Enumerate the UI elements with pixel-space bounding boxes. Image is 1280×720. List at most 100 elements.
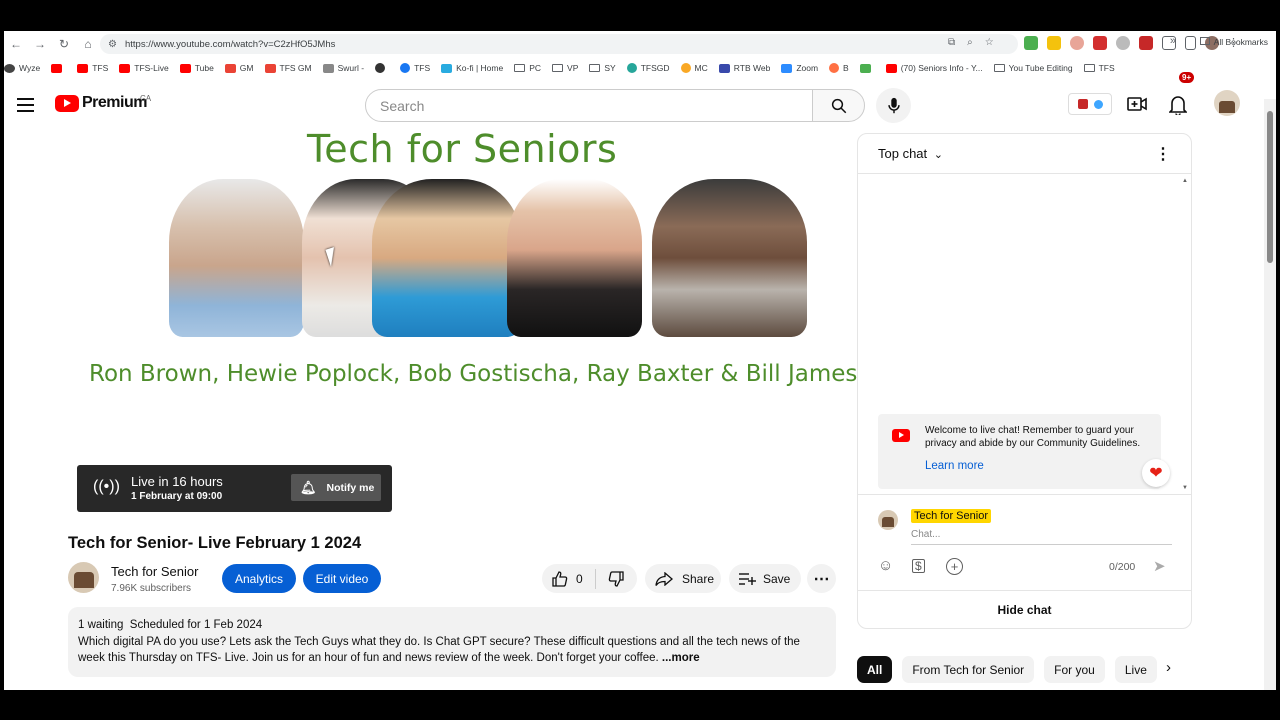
youtube-logo[interactable]: Premium [55,94,147,112]
all-bookmarks[interactable]: All Bookmarks [1199,37,1268,47]
scrollbar-thumb[interactable] [1267,111,1273,263]
bookmark[interactable] [859,63,875,73]
add-icon[interactable]: + [946,558,963,575]
more-actions-button[interactable]: ⋯ [807,564,836,593]
subscriber-count: 7.96K subscribers [111,583,192,594]
analytics-button[interactable]: Analytics [222,564,296,593]
bookmark[interactable]: MC [680,63,708,73]
bookmark[interactable] [375,63,389,73]
page-scrollbar[interactable] [1264,99,1276,690]
search-input[interactable]: Search [365,89,813,122]
browser-window: ← → ↻ ⌂ ⚙ https://www.youtube.com/watch?… [4,31,1276,690]
extension-icon[interactable] [1070,36,1084,50]
dislike-button[interactable] [608,570,624,587]
account-avatar[interactable] [1214,90,1240,116]
b-icon [829,63,840,73]
bookmark[interactable]: Ko-fi | Home [441,63,503,73]
sidepanel-icon[interactable] [1185,36,1196,50]
chip-live[interactable]: Live [1114,656,1157,683]
live-countdown-banner: ((•)) Live in 16 hours 1 February at 09:… [77,465,392,512]
bookmark[interactable]: Wyze [4,63,40,73]
site-info-icon[interactable]: ⚙ [108,39,117,50]
scroll-up-icon[interactable]: ▲ [1182,178,1188,184]
bookmark[interactable]: Tube [179,63,214,73]
more-bookmarks-icon[interactable]: » [1170,35,1176,47]
bookmark[interactable] [51,63,66,73]
gmail-icon [224,63,236,73]
extension-icon[interactable] [1116,36,1130,50]
extension-icon[interactable] [1093,36,1107,50]
save-button[interactable]: Save [729,564,801,593]
chip-all[interactable]: All [857,656,893,683]
bookmark[interactable]: (70) Seniors Info - Y... [885,63,983,73]
reload-icon[interactable]: ↻ [52,37,76,51]
video-player[interactable]: Tech for Seniors Ron Brown, Hewie Poploc… [67,127,857,521]
zoom-app-icon [781,63,793,73]
live-status: Live in 16 hours [131,474,223,489]
open-in-app-icon[interactable]: ⧉ [948,37,955,48]
char-counter: 0/200 [1109,561,1136,573]
bookmark[interactable]: GM [224,63,254,73]
bookmark[interactable]: RTB Web [718,63,770,73]
bookmark[interactable]: Swurl - [322,63,364,73]
show-more-link[interactable]: ...more [662,652,700,664]
extension-icon[interactable] [1047,36,1061,50]
zoom-icon[interactable]: ⌕ [967,37,973,48]
url-field[interactable]: ⚙ https://www.youtube.com/watch?v=C2zHfO… [100,34,1018,54]
bookmark[interactable]: TFS-Live [119,63,169,73]
bookmark[interactable]: Zoom [781,63,818,73]
channel-name[interactable]: Tech for Senior [111,564,198,579]
learn-more-link[interactable]: Learn more [925,460,984,472]
host-photo [169,179,304,337]
wyze-icon [4,63,15,73]
bookmark[interactable]: TFS GM [264,63,312,73]
folder-icon [552,64,564,72]
bookmark[interactable]: VP [552,63,578,73]
save-to-playlist-icon [739,572,756,585]
send-icon[interactable]: ➤ [1153,557,1166,575]
menu-icon[interactable] [17,98,34,112]
home-icon[interactable]: ⌂ [76,37,100,51]
hide-chat-button[interactable]: Hide chat [858,590,1191,628]
bookmark[interactable]: PC [514,63,541,73]
voice-search-button[interactable] [876,88,911,123]
emoji-icon[interactable]: ☺ [878,557,893,574]
create-button[interactable] [1127,96,1147,112]
description-box[interactable]: 1 waiting Scheduled for 1 Feb 2024 Which… [68,607,836,677]
bookmark[interactable]: B [829,63,849,73]
live-time: 1 February at 09:00 [131,491,223,502]
bookmark[interactable]: You Tube Editing [993,63,1073,73]
share-icon [655,571,673,586]
edit-video-button[interactable]: Edit video [303,564,381,593]
chat-message-input[interactable]: Chat... [911,529,1172,545]
chat-mode-dropdown[interactable]: Top chat ⌄ [878,146,943,161]
scroll-down-icon[interactable]: ▼ [1182,485,1188,491]
search-button[interactable] [812,89,865,122]
like-button[interactable]: 0 [552,570,583,587]
heart-reaction-icon[interactable]: ❤ [1142,459,1170,487]
bookmark[interactable]: TFSGD [626,63,670,73]
live-studio-button[interactable] [1068,93,1112,115]
back-icon[interactable]: ← [4,37,28,51]
extension-icon[interactable] [1139,36,1153,50]
super-chat-icon[interactable]: $ [912,559,925,573]
channel-avatar[interactable] [68,562,99,593]
bookmark[interactable]: TFS [77,63,108,73]
forward-icon[interactable]: → [28,37,52,51]
star-icon[interactable]: ☆ [985,37,994,48]
chat-menu-icon[interactable]: ⋮ [1155,144,1171,164]
extension-icon[interactable] [1024,36,1038,50]
chip-from-channel[interactable]: From Tech for Senior [902,656,1035,683]
like-dislike-group: 0 [542,564,637,593]
bookmark[interactable]: TFS [1083,63,1115,73]
chip-for-you[interactable]: For you [1044,656,1105,683]
share-button[interactable]: Share [645,564,721,593]
bookmark[interactable]: TFS [400,63,430,73]
notify-me-button[interactable]: 🔔︎ Notify me [291,474,381,501]
chevron-right-icon[interactable]: › [1166,659,1171,676]
more-horizontal-icon: ⋯ [813,570,830,588]
notifications-button[interactable] [1169,95,1187,115]
live-chat-panel: Top chat ⌄ ⋮ ▲ Welcome to live chat! Rem… [857,133,1192,629]
bookmark[interactable]: SY [589,63,616,73]
youtube-header: Premium CA Search [4,83,1276,129]
